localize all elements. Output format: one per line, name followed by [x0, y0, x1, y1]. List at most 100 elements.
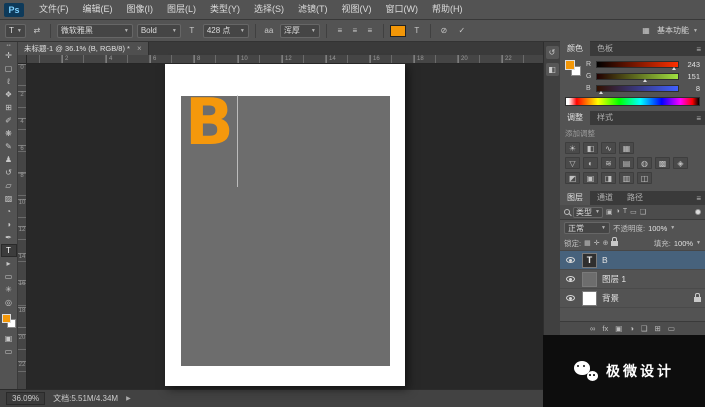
- gradient-tool[interactable]: ▨: [1, 192, 17, 205]
- layer-row-background[interactable]: 背景: [560, 289, 705, 308]
- filter-type-icon[interactable]: ▣: [606, 208, 613, 216]
- slider-handle[interactable]: [599, 91, 603, 94]
- slider-handle[interactable]: [672, 67, 676, 70]
- tab-adjustments[interactable]: 调整: [560, 110, 590, 125]
- menu-item[interactable]: 类型(Y): [203, 0, 247, 19]
- warp-text-icon[interactable]: T: [410, 24, 424, 38]
- tab-paths[interactable]: 路径: [620, 190, 650, 205]
- font-style-select[interactable]: Bold▼: [137, 24, 181, 38]
- filter-type-icon[interactable]: T: [623, 208, 627, 216]
- workspace-switcher[interactable]: ▦ 基本功能 ▼: [639, 24, 698, 38]
- layer-thumbnail[interactable]: [582, 291, 597, 306]
- adjustment-icon[interactable]: ▩: [655, 157, 670, 169]
- tab-swatches[interactable]: 色板: [590, 41, 620, 56]
- cancel-edit-icon[interactable]: ⊘: [437, 24, 451, 38]
- layer-row-text[interactable]: T B: [560, 251, 705, 270]
- visibility-toggle[interactable]: [564, 257, 577, 263]
- layer-action-icon[interactable]: fx: [602, 324, 608, 333]
- foreground-background-swatches[interactable]: [2, 314, 16, 328]
- menu-item[interactable]: 编辑(E): [76, 0, 120, 19]
- text-color-swatch[interactable]: [390, 25, 406, 37]
- adjustment-icon[interactable]: ≋: [601, 157, 616, 169]
- close-icon[interactable]: ×: [137, 44, 142, 53]
- lasso-tool[interactable]: ℓ: [1, 75, 17, 88]
- opacity-value[interactable]: 100%: [648, 224, 667, 233]
- menu-item[interactable]: 滤镜(T): [291, 0, 335, 19]
- shape-tool[interactable]: ▭: [1, 270, 17, 283]
- layer-action-icon[interactable]: ∞: [590, 324, 595, 333]
- blend-mode-select[interactable]: 正常 ▼: [564, 222, 610, 234]
- horizontal-ruler[interactable]: 0246810121416182022: [18, 55, 543, 64]
- layer-name[interactable]: 图层 1: [602, 273, 626, 285]
- menu-item[interactable]: 图像(I): [120, 0, 161, 19]
- font-family-select[interactable]: 微软雅黑▼: [57, 24, 133, 38]
- ruler-origin[interactable]: [18, 55, 27, 64]
- lock-all-icon[interactable]: [611, 241, 618, 246]
- adjustment-icon[interactable]: ▤: [619, 157, 634, 169]
- tab-color[interactable]: 颜色: [560, 41, 590, 56]
- layer-name[interactable]: B: [602, 255, 608, 265]
- properties-panel-button[interactable]: ◧: [546, 63, 559, 76]
- adjustment-icon[interactable]: ▦: [619, 142, 634, 154]
- zoom-tool[interactable]: ◎: [1, 296, 17, 309]
- layer-action-icon[interactable]: ◑: [629, 324, 634, 333]
- adjustment-icon[interactable]: ▽: [565, 157, 580, 169]
- pen-tool[interactable]: ✒: [1, 231, 17, 244]
- layer-row-image[interactable]: 图层 1: [560, 270, 705, 289]
- layer-action-icon[interactable]: ⊞: [655, 324, 661, 333]
- text-orientation-icon[interactable]: ⇄: [30, 24, 44, 38]
- menu-item[interactable]: 窗口(W): [379, 0, 426, 19]
- foreground-color-swatch[interactable]: [2, 314, 11, 323]
- hand-tool[interactable]: ✳: [1, 283, 17, 296]
- crop-tool[interactable]: ⊞: [1, 101, 17, 114]
- font-size-select[interactable]: 428 点▼: [203, 24, 249, 38]
- layer-action-icon[interactable]: ▭: [668, 324, 675, 333]
- status-options-icon[interactable]: ▶: [126, 395, 131, 402]
- quick-select-tool[interactable]: ❖: [1, 88, 17, 101]
- foreground-color-swatch[interactable]: [565, 60, 575, 70]
- green-slider[interactable]: [596, 73, 679, 80]
- tab-layers[interactable]: 图层: [560, 190, 590, 205]
- color-spectrum-ramp[interactable]: [565, 97, 700, 106]
- path-select-tool[interactable]: ▸: [1, 257, 17, 270]
- fill-value[interactable]: 100%: [674, 239, 693, 248]
- brush-tool[interactable]: ✎: [1, 140, 17, 153]
- layer-thumbnail[interactable]: [582, 272, 597, 287]
- menu-item[interactable]: 图层(L): [160, 0, 203, 19]
- lock-option-icon[interactable]: ⊕: [603, 239, 609, 247]
- adjustment-icon[interactable]: ☀: [565, 142, 580, 154]
- photoshop-logo-icon[interactable]: Ps: [4, 3, 24, 17]
- text-layer-thumbnail[interactable]: T: [582, 253, 597, 268]
- adjustment-icon[interactable]: ◈: [673, 157, 688, 169]
- history-brush-tool[interactable]: ↺: [1, 166, 17, 179]
- menu-item[interactable]: 帮助(H): [425, 0, 470, 19]
- channel-value[interactable]: 8: [682, 84, 700, 93]
- blue-slider[interactable]: [596, 85, 679, 92]
- screen-mode-button[interactable]: ▭: [1, 345, 17, 358]
- dodge-tool[interactable]: ◑: [1, 218, 17, 231]
- layer-filter-select[interactable]: 类型 ▼: [573, 207, 603, 218]
- marquee-tool[interactable]: ▢: [1, 62, 17, 75]
- text-align-icon[interactable]: ≡: [348, 24, 362, 38]
- adjustment-icon[interactable]: ◫: [637, 172, 652, 184]
- layer-action-icon[interactable]: ❑: [641, 324, 648, 333]
- healing-brush-tool[interactable]: ❋: [1, 127, 17, 140]
- layer-name[interactable]: 背景: [602, 292, 619, 304]
- menu-item[interactable]: 文件(F): [32, 0, 76, 19]
- document-tab[interactable]: 未标题-1 @ 36.1% (B, RGB/8) * ×: [18, 42, 149, 55]
- menu-item[interactable]: 选择(S): [247, 0, 291, 19]
- menu-item[interactable]: 视图(V): [335, 0, 379, 19]
- clone-stamp-tool[interactable]: ♟: [1, 153, 17, 166]
- layer-action-icon[interactable]: ▣: [615, 324, 622, 333]
- text-align-icon[interactable]: ≡: [363, 24, 377, 38]
- filter-type-icon[interactable]: ▭: [630, 208, 637, 216]
- lock-option-icon[interactable]: ✛: [594, 239, 600, 247]
- slider-handle[interactable]: [643, 79, 647, 82]
- text-align-icon[interactable]: ≡: [333, 24, 347, 38]
- panel-menu-icon[interactable]: ≡: [696, 194, 705, 205]
- panel-menu-icon[interactable]: ≡: [696, 114, 705, 125]
- anti-alias-select[interactable]: 浑厚▼: [280, 24, 320, 38]
- zoom-level-input[interactable]: 36.09%: [6, 392, 45, 405]
- adjustment-icon[interactable]: ▣: [583, 172, 598, 184]
- adjustment-icon[interactable]: ◩: [565, 172, 580, 184]
